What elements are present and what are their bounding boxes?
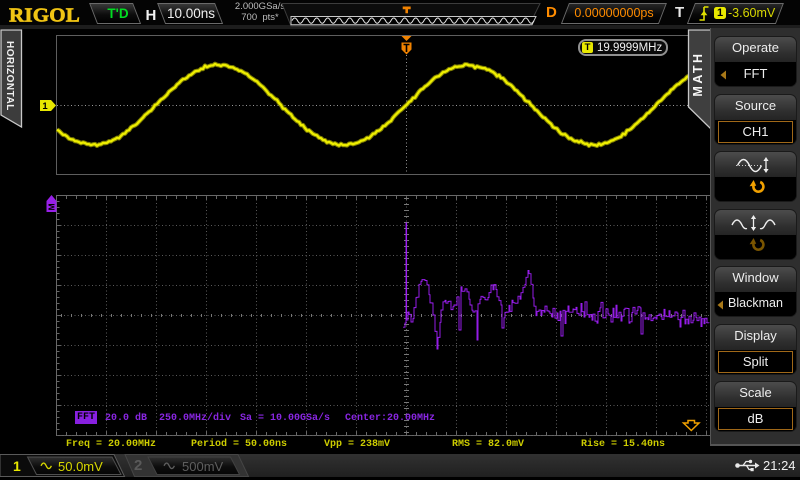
svg-text:M: M [47, 203, 57, 210]
